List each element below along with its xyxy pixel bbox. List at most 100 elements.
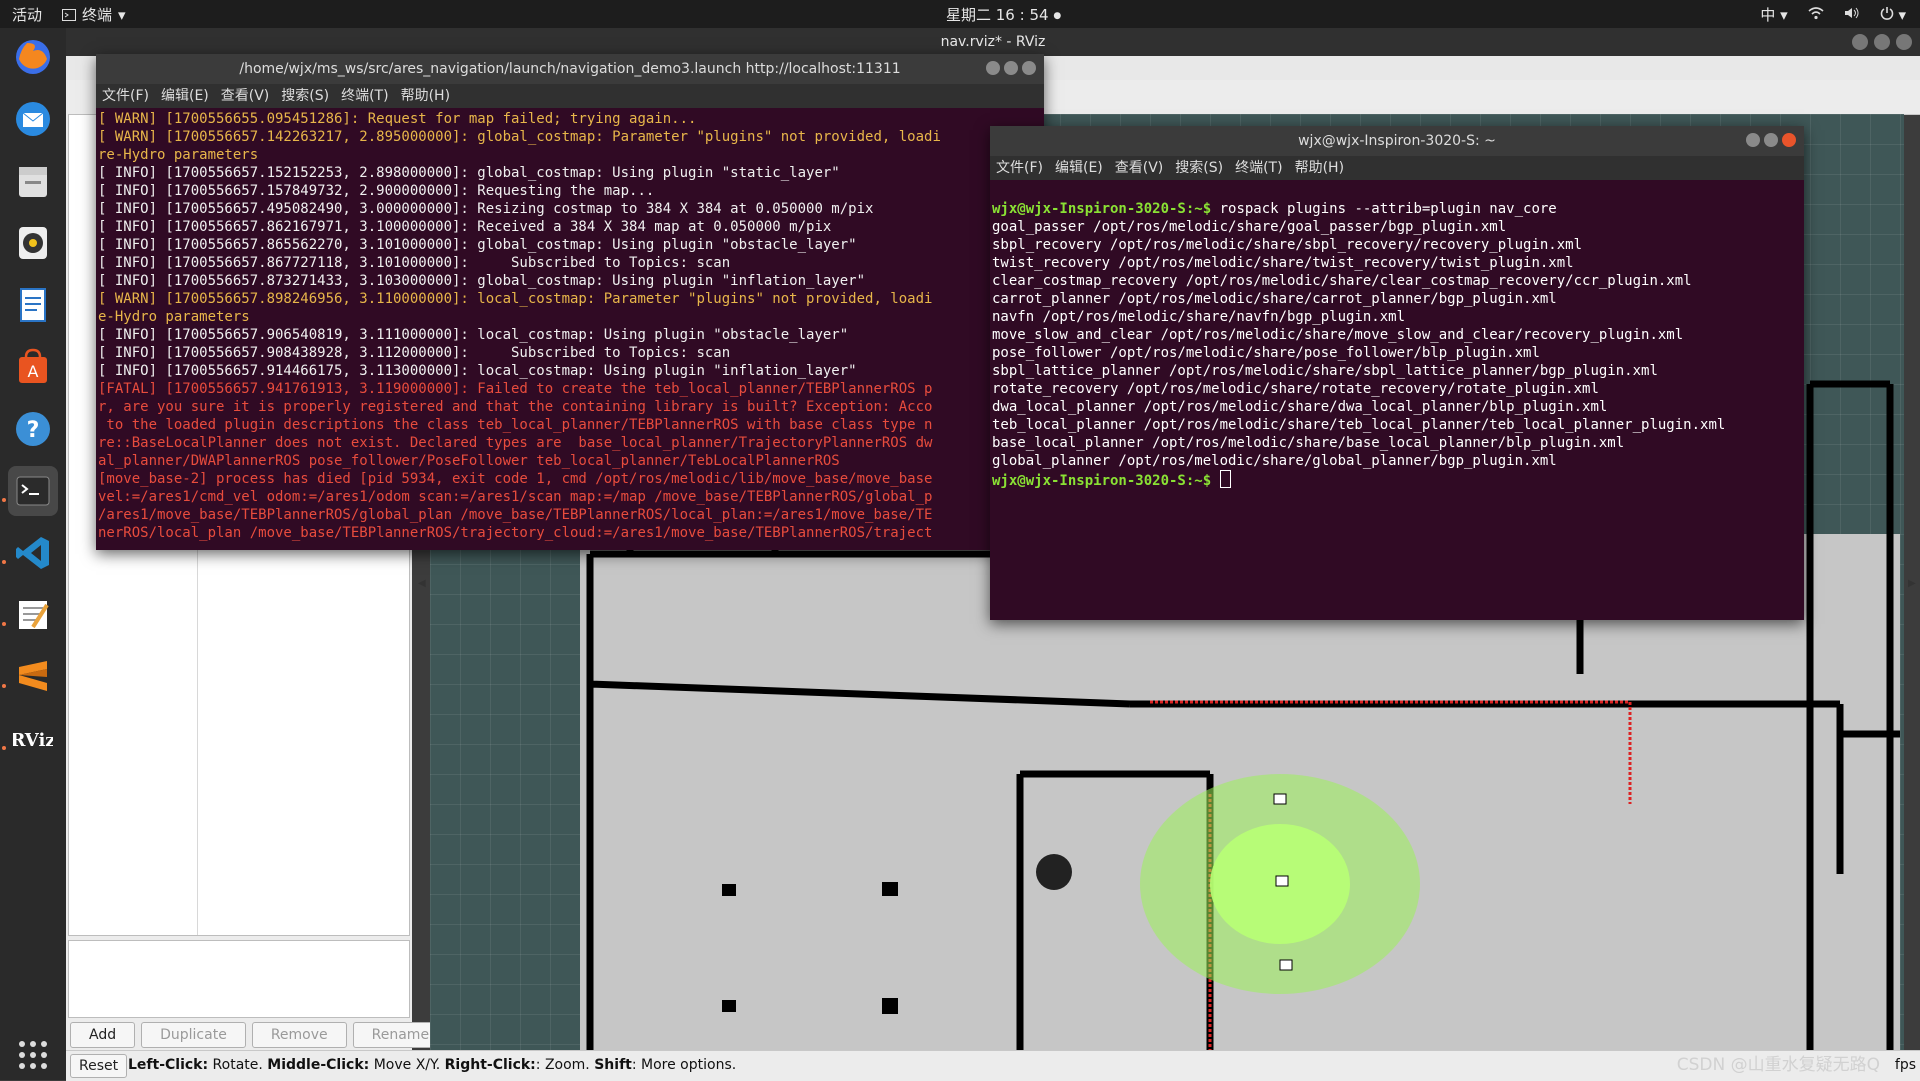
- maximize-icon[interactable]: [1764, 133, 1778, 147]
- shell-terminal-window[interactable]: wjx@wjx-Inspiron-3020-S: ~ 文件(F) 编辑(E) 查看(…: [990, 126, 1804, 620]
- close-icon[interactable]: [1022, 61, 1036, 75]
- shell-terminal-menu-item[interactable]: 文件(F): [996, 156, 1043, 180]
- obstacle-round: [1036, 854, 1072, 890]
- libreoffice-writer-icon[interactable]: [8, 280, 58, 330]
- hint-middle-click-action: Move X/Y.: [369, 1057, 445, 1073]
- shell-final-prompt: wjx@wjx-Inspiron-3020-S:~$: [992, 473, 1212, 489]
- activities-button[interactable]: 活动: [12, 4, 42, 25]
- launch-terminal-menu-item[interactable]: 搜索(S): [281, 84, 329, 108]
- hint-middle-click: Middle-Click:: [267, 1057, 370, 1073]
- log-line-info: [ INFO] [1700556657.908438928, 3.1120000…: [98, 345, 731, 361]
- sublime-icon[interactable]: [8, 652, 58, 702]
- panel-buttons: Add Duplicate Remove Rename: [70, 1022, 449, 1048]
- close-icon[interactable]: [1782, 133, 1796, 147]
- rviz-icon[interactable]: RViz: [8, 714, 58, 764]
- top-bar: 活动 终端 ▾ 星期二 16 : 54 ● 中 ▾ ▾: [0, 0, 1920, 28]
- shell-terminal-output[interactable]: wjx@wjx-Inspiron-3020-S:~$ rospack plugi…: [990, 180, 1804, 492]
- launch-terminal-menu-item[interactable]: 编辑(E): [161, 84, 209, 108]
- hint-left-click-action: Rotate.: [208, 1057, 268, 1073]
- log-line-warn: re-Hydro parameters: [98, 147, 259, 163]
- minimize-icon[interactable]: [1746, 133, 1760, 147]
- plugin-output-line: carrot_planner /opt/ros/melodic/share/ca…: [992, 291, 1557, 307]
- status-hint: Left-Click: Rotate. Middle-Click: Move X…: [128, 1057, 736, 1073]
- app-menu[interactable]: 终端 ▾: [62, 4, 126, 25]
- text-editor-icon[interactable]: [8, 590, 58, 640]
- log-line-fatal: nerROS/local_plan /move_base/TEBPlannerR…: [98, 525, 933, 541]
- obstacle-block: [882, 998, 898, 1014]
- running-indicator: [2, 622, 6, 626]
- files-icon[interactable]: [8, 156, 58, 206]
- hint-shift-action: : More options.: [631, 1057, 737, 1073]
- remove-button[interactable]: Remove: [251, 1022, 347, 1048]
- rviz-title-bar[interactable]: nav.rviz* - RViz: [66, 28, 1920, 56]
- log-line-info: [ INFO] [1700556657.867727118, 3.1010000…: [98, 255, 731, 271]
- log-line-warn: e-Hydro parameters: [98, 309, 250, 325]
- plugin-output-line: goal_passer /opt/ros/melodic/share/goal_…: [992, 219, 1507, 235]
- robot-marker: [1279, 959, 1293, 971]
- plugin-output-line: global_planner /opt/ros/melodic/share/gl…: [992, 453, 1557, 469]
- plugin-output-line: sbpl_lattice_planner /opt/ros/melodic/sh…: [992, 363, 1658, 379]
- shell-terminal-menu-item[interactable]: 编辑(E): [1055, 156, 1103, 180]
- shell-terminal-menu-item[interactable]: 搜索(S): [1175, 156, 1223, 180]
- log-line-info: [ INFO] [1700556657.157849732, 2.9000000…: [98, 183, 655, 199]
- log-line-fatal: r, are you sure it is properly registere…: [98, 399, 933, 415]
- shell-terminal-menu-item[interactable]: 帮助(H): [1295, 156, 1344, 180]
- maximize-icon[interactable]: [1004, 61, 1018, 75]
- display-description: [68, 940, 410, 1018]
- shell-terminal-menu-item[interactable]: 终端(T): [1235, 156, 1282, 180]
- log-line-fatal: al_planner/DWAPlannerROS pose_follower/P…: [98, 453, 840, 469]
- log-line-info: [ INFO] [1700556657.152152253, 2.8980000…: [98, 165, 840, 181]
- collapse-right-arrow-icon[interactable]: ▶: [1908, 578, 1916, 589]
- reset-button[interactable]: Reset: [70, 1054, 128, 1078]
- launch-terminal-window[interactable]: /home/wjx/ms_ws/src/ares_navigation/laun…: [96, 54, 1044, 550]
- running-indicator: [2, 498, 6, 502]
- svg-text:A: A: [28, 362, 39, 381]
- launch-terminal-menu-item[interactable]: 查看(V): [221, 84, 270, 108]
- power-icon[interactable]: ▾: [1880, 6, 1906, 24]
- collapse-left-arrow-icon[interactable]: ◀: [418, 578, 426, 589]
- log-line-fatal: to the loaded plugin descriptions the cl…: [98, 417, 933, 433]
- log-line-fatal: vel:=/ares1/cmd_vel odom:=/ares1/odom sc…: [98, 489, 933, 505]
- launch-terminal-output[interactable]: [ WARN] [1700556655.095451286]: Request …: [96, 108, 1044, 544]
- software-center-icon[interactable]: A: [8, 342, 58, 392]
- help-icon[interactable]: ?: [8, 404, 58, 454]
- vscode-icon[interactable]: [8, 528, 58, 578]
- maximize-icon[interactable]: [1874, 34, 1890, 50]
- volume-icon[interactable]: [1844, 6, 1860, 24]
- clock[interactable]: 星期二 16 : 54 ●: [946, 4, 1061, 25]
- duplicate-button[interactable]: Duplicate: [141, 1022, 246, 1048]
- firefox-icon[interactable]: [8, 32, 58, 82]
- launch-terminal-title-bar[interactable]: /home/wjx/ms_ws/src/ares_navigation/laun…: [96, 54, 1044, 84]
- text-cursor: [1219, 470, 1231, 488]
- shell-terminal-title-bar[interactable]: wjx@wjx-Inspiron-3020-S: ~: [990, 126, 1804, 156]
- minimize-icon[interactable]: [986, 61, 1000, 75]
- shell-terminal-menu-item[interactable]: 查看(V): [1115, 156, 1164, 180]
- plugin-output-line: move_slow_and_clear /opt/ros/melodic/sha…: [992, 327, 1684, 343]
- rhythmbox-icon[interactable]: [8, 218, 58, 268]
- log-line-info: [ INFO] [1700556657.873271433, 3.1030000…: [98, 273, 866, 289]
- launch-terminal-menu-item[interactable]: 文件(F): [102, 84, 149, 108]
- launch-terminal-menu-item[interactable]: 帮助(H): [401, 84, 450, 108]
- hint-right-click-action: : Zoom.: [535, 1057, 595, 1073]
- log-line-warn: [ WARN] [1700556657.142263217, 2.8950000…: [98, 129, 941, 145]
- launch-terminal-menu-item[interactable]: 终端(T): [341, 84, 388, 108]
- add-button[interactable]: Add: [70, 1022, 136, 1048]
- svg-text:?: ?: [27, 418, 40, 443]
- input-method-indicator[interactable]: 中 ▾: [1760, 4, 1787, 25]
- running-indicator: [2, 684, 6, 688]
- terminal-small-icon: [62, 8, 76, 21]
- chevron-down-icon: ▾: [118, 5, 126, 24]
- wifi-icon[interactable]: [1808, 6, 1824, 24]
- hint-right-click: Right-Click:: [444, 1057, 536, 1073]
- plugin-output-line: navfn /opt/ros/melodic/share/navfn/bgp_p…: [992, 309, 1406, 325]
- close-icon[interactable]: [1896, 34, 1912, 50]
- thunderbird-icon[interactable]: [8, 94, 58, 144]
- svg-text:RViz: RViz: [13, 730, 53, 751]
- minimize-icon[interactable]: [1852, 34, 1868, 50]
- show-apps-icon[interactable]: [8, 1030, 58, 1080]
- terminal-icon[interactable]: [8, 466, 58, 516]
- system-tray: 中 ▾ ▾: [1760, 4, 1906, 25]
- clock-text: 星期二 16 : 54: [946, 6, 1049, 24]
- plugin-output-line: sbpl_recovery /opt/ros/melodic/share/sbp…: [992, 237, 1583, 253]
- plugin-output-line: teb_local_planner /opt/ros/melodic/share…: [992, 417, 1726, 433]
